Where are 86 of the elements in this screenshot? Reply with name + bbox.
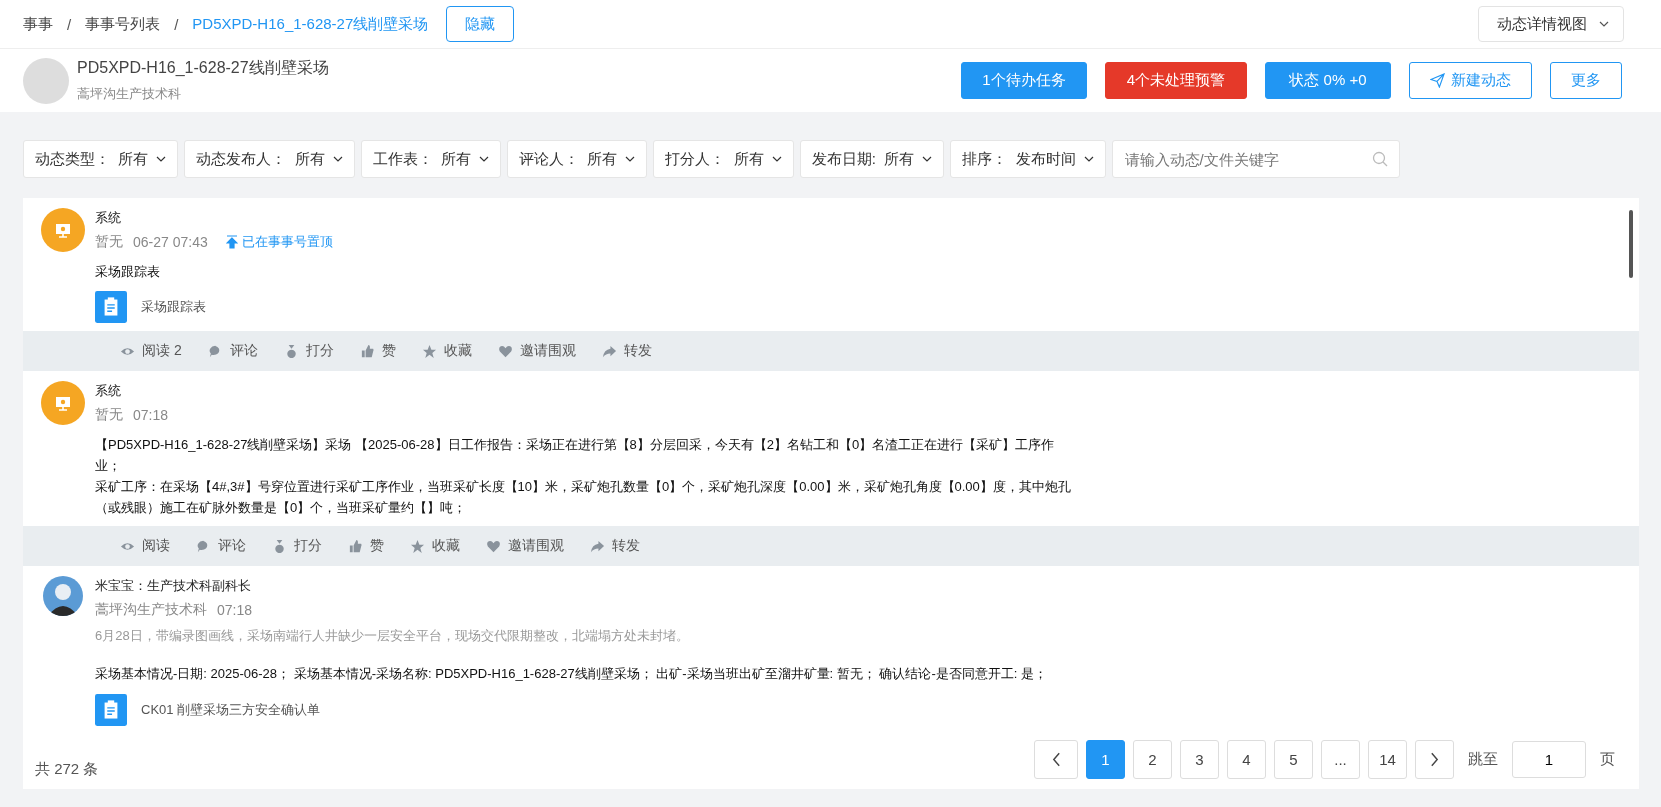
post-action[interactable]: 收藏 xyxy=(421,342,472,360)
filter-dropdown[interactable]: 工作表： 所有 xyxy=(360,140,502,178)
post-action[interactable]: 评论 xyxy=(207,342,258,360)
attachment-link[interactable]: CK01 削壁采场三方安全确认单 xyxy=(141,701,321,719)
arrow-up-icon xyxy=(225,235,238,249)
user-avatar xyxy=(43,576,83,616)
forward-icon xyxy=(590,538,605,554)
department-label: 蒿坪沟生产技术科 xyxy=(77,85,182,103)
attachment-link[interactable]: 采场跟踪表 xyxy=(141,298,206,316)
breadcrumb-link[interactable]: 事事号列表 xyxy=(85,14,161,34)
chevron-right-icon xyxy=(1430,752,1439,767)
chevron-down-icon xyxy=(332,156,343,162)
chevron-down-icon xyxy=(771,156,782,162)
post-action[interactable]: 邀请围观 xyxy=(497,342,576,360)
post-title: 采场跟踪表 xyxy=(95,263,161,281)
filter-dropdown[interactable]: 动态类型： 所有 xyxy=(23,140,179,178)
search-field[interactable]: 请输入动态/文件关键字 xyxy=(1111,140,1400,178)
total-count: 共 272 条 xyxy=(35,760,99,779)
previous-page-button[interactable] xyxy=(1034,740,1078,779)
send-icon xyxy=(1430,73,1445,88)
breadcrumb-separator: / xyxy=(67,15,72,33)
chevron-down-icon xyxy=(922,156,933,162)
action-button[interactable]: 4个未处理预警 xyxy=(1105,62,1247,99)
like-icon xyxy=(348,538,363,554)
post-meta: 蒿坪沟生产技术科 xyxy=(95,601,207,619)
post-text: 采矿工序：在采场【4#,3#】号穿位置进行采矿工序作业，当班采矿长度【10】米，采矿炮孔数量【0】个，采矿炮孔深度【0.00】米，采矿炮孔角度【0.00】度，其中炮孔（或残眼）施工在矿脉外数量是【0】个，当班采矿量约【】吨； xyxy=(95,478,1072,517)
chevron-down-icon xyxy=(479,156,490,162)
chevron-down-icon xyxy=(625,156,636,162)
post-action[interactable]: 邀请围观 xyxy=(486,537,564,555)
post-text: 采场基本情况-日期: 2025-06-28； 采场基本情况-采场名称: PD5XPD-H16_1-628-27线削壁采场； 出矿-采场当班出矿至溜井矿量: 暂无； 确认结论-是否同意开工: 是； xyxy=(95,665,1047,683)
favorite-icon xyxy=(410,538,425,554)
post-action[interactable]: 阅读 xyxy=(120,537,170,555)
search-icon xyxy=(1371,151,1388,167)
author-name: 系统 xyxy=(95,209,122,227)
view-dropdown[interactable]: 动态详情视图 xyxy=(1478,6,1624,42)
post-action[interactable]: 转发 xyxy=(601,342,652,360)
filter-dropdown[interactable]: 动态发布人： 所有 xyxy=(184,140,355,178)
breadcrumb-link[interactable]: 事事 xyxy=(23,14,53,34)
page-button[interactable]: 4 xyxy=(1227,740,1266,779)
post-meta: 暂无 xyxy=(95,406,123,424)
invite-icon xyxy=(497,343,513,359)
clipboard-icon xyxy=(95,694,127,726)
clipboard-icon xyxy=(95,291,127,323)
post-text: 【PD5XPD-H16_1-628-27线削壁采场】采场 【2025-06-28】日工作报告：采场正在进行第【8】分层回采，今天有【2】名钻工和【0】名渣工正在进行【采矿】工序作业； xyxy=(95,436,1056,475)
next-page-button[interactable] xyxy=(1415,740,1454,779)
post-action[interactable]: 赞 xyxy=(348,537,384,555)
filter-dropdown[interactable]: 发布日期: 所有 xyxy=(799,140,945,178)
chevron-left-icon xyxy=(1051,752,1061,767)
page-button[interactable]: 14 xyxy=(1368,740,1407,779)
filter-dropdown[interactable]: 排序： 发布时间 xyxy=(950,140,1106,178)
project-title: PD5XPD-H16_1-628-27线削壁采场 xyxy=(77,58,330,78)
invite-icon xyxy=(486,538,501,554)
post-action[interactable]: 打分 xyxy=(272,537,322,555)
project-logo xyxy=(23,57,69,104)
scrollbar-thumb[interactable] xyxy=(1629,210,1633,278)
filter-dropdown[interactable]: 评论人： 所有 xyxy=(507,140,648,178)
author-name: 米宝宝：生产技术科副科长 xyxy=(95,577,252,595)
breadcrumb-separator: / xyxy=(174,15,179,33)
page-button[interactable]: 5 xyxy=(1274,740,1313,779)
post-action[interactable]: 评论 xyxy=(196,537,246,555)
chevron-down-icon xyxy=(156,156,167,162)
forward-icon xyxy=(601,343,617,359)
favorite-icon xyxy=(421,343,437,359)
post-meta: 暂无 xyxy=(95,233,123,251)
post-action[interactable]: 赞 xyxy=(359,342,396,360)
post-action[interactable]: 阅读 2 xyxy=(120,342,182,360)
jump-label: 跳至 xyxy=(1468,750,1498,769)
author-name: 系统 xyxy=(95,382,122,400)
page-button[interactable]: 2 xyxy=(1133,740,1172,779)
post-action[interactable]: 收藏 xyxy=(410,537,460,555)
post-action[interactable]: 转发 xyxy=(590,537,640,555)
page-unit-label: 页 xyxy=(1600,750,1615,769)
chevron-down-icon xyxy=(1083,156,1094,162)
filter-dropdown[interactable]: 打分人： 所有 xyxy=(653,140,794,178)
post-action[interactable]: 打分 xyxy=(283,342,334,360)
page-button[interactable]: 3 xyxy=(1180,740,1219,779)
score-icon xyxy=(272,538,287,554)
post-meta: 06-27 07:43 xyxy=(133,234,208,250)
post-meta: 07:18 xyxy=(133,407,169,423)
like-icon xyxy=(359,343,375,359)
system-avatar xyxy=(41,381,85,425)
post-meta: 07:18 xyxy=(217,602,253,618)
system-avatar xyxy=(41,208,85,252)
page-button[interactable]: ... xyxy=(1321,740,1360,779)
page-jump-field[interactable]: 1 xyxy=(1512,741,1586,778)
chevron-down-icon xyxy=(1599,21,1609,27)
